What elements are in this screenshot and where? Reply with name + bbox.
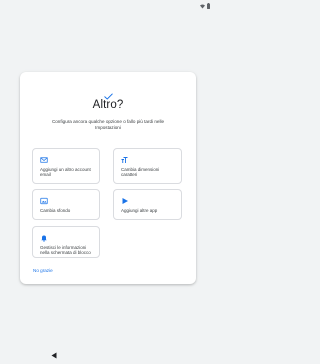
play-store-icon [121, 197, 129, 205]
status-bar [0, 0, 216, 14]
email-accounts-icon [40, 156, 48, 164]
option-label: Aggiungi altre app [121, 208, 158, 213]
wallpaper-icon [40, 197, 48, 205]
setup-dialog-card: Altro? Configura ancora qualche opzione … [20, 72, 196, 284]
status-icons [200, 3, 210, 9]
no-thanks-link[interactable]: No grazie [33, 268, 53, 273]
back-triangle-icon[interactable] [51, 346, 57, 364]
page-subtitle: Configura ancora qualche opzione o fallo… [51, 119, 165, 131]
option-label: Aggiungi un altro account email [40, 167, 91, 178]
navigation-bar [0, 342, 216, 360]
option-change-font-size[interactable]: Cambia dimensioni caratteri [113, 148, 182, 184]
option-lock-screen-info[interactable]: Gestisci le informazioni nella schermata… [32, 226, 100, 258]
option-label: Cambia dimensioni caratteri [121, 167, 160, 178]
option-change-wallpaper[interactable]: Cambia sfondo [32, 189, 100, 220]
bell-icon [40, 234, 48, 242]
option-add-email-account[interactable]: Aggiungi un altro account email [32, 148, 100, 184]
option-label: Cambia sfondo [40, 208, 71, 213]
battery-icon [207, 3, 210, 9]
option-label: Gestisci le informazioni nella schermata… [40, 245, 91, 256]
page-title: Altro? [92, 99, 124, 111]
font-size-icon [121, 156, 129, 164]
option-add-more-apps[interactable]: Aggiungi altre app [113, 189, 182, 220]
wifi-icon [200, 4, 205, 9]
